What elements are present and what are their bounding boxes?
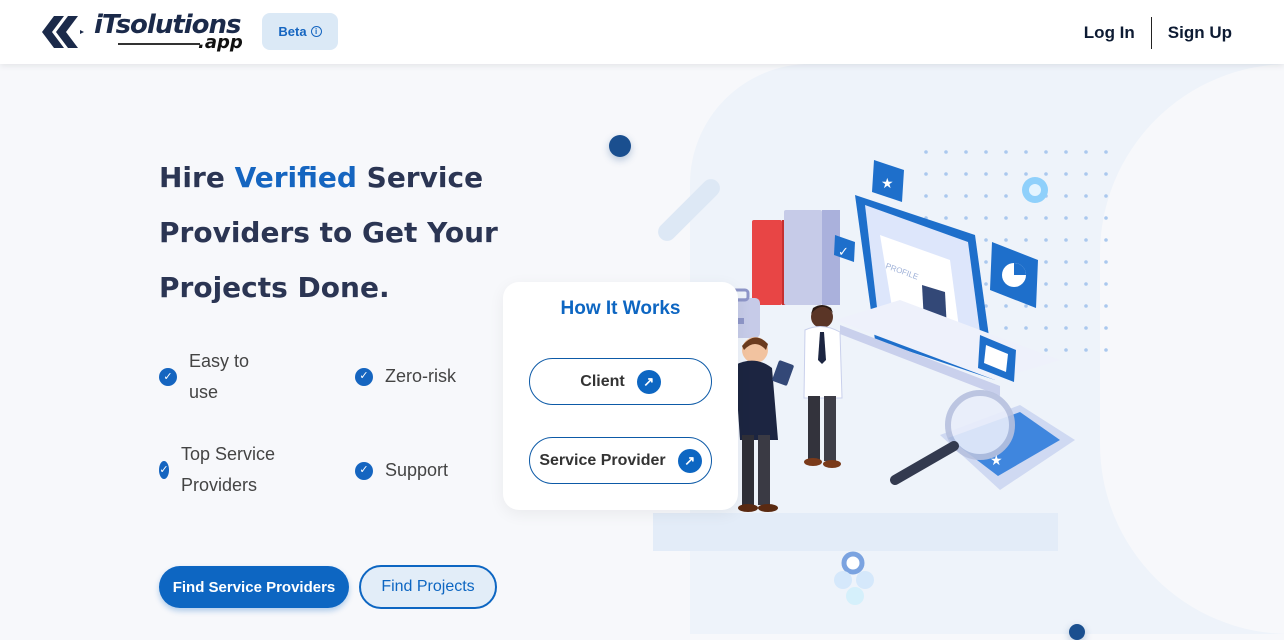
client-button[interactable]: Client ↗ (529, 358, 712, 405)
arrow-up-right-icon: ↗ (677, 448, 702, 473)
feature-item: ✓ Support (355, 455, 448, 486)
books-graphic (752, 210, 840, 305)
person-provider-figure (803, 305, 843, 468)
feature-item: ✓ Zero-risk (355, 361, 456, 392)
service-provider-button[interactable]: Service Provider ↗ (529, 437, 712, 484)
check-icon: ✓ (159, 368, 177, 386)
client-label: Client (580, 372, 625, 390)
check-icon: ✓ (355, 367, 373, 386)
svg-text:★: ★ (881, 175, 894, 191)
feature-label: Support (385, 460, 449, 480)
find-service-providers-button[interactable]: Find Service Providers (159, 566, 349, 608)
star-card-icon: ★ (872, 160, 904, 202)
person-client-figure (735, 337, 794, 512)
feature-label: Zero-risk (385, 366, 456, 386)
decorative-plus-shape (834, 551, 874, 605)
feature-label: Top Service Providers (181, 444, 276, 495)
check-icon: ✓ (159, 461, 169, 479)
how-it-works-card: How It Works Client ↗ Service Provider ↗ (503, 282, 738, 510)
info-icon: i (310, 26, 322, 37)
logo-suffix: .app (198, 32, 243, 53)
hero-title: Hire Verified Service Providers to Get Y… (159, 150, 519, 315)
find-projects-button[interactable]: Find Projects (359, 565, 497, 609)
how-it-works-title: How It Works (560, 298, 681, 319)
logo-underline (118, 43, 200, 45)
decorative-dot (1069, 624, 1085, 640)
service-provider-label: Service Provider (539, 451, 666, 469)
checkmark-icon: ✓ (834, 235, 855, 262)
auth-links: Log In Sign Up (1068, 17, 1248, 49)
svg-text:★: ★ (990, 452, 1003, 468)
pie-chart-icon (990, 242, 1038, 308)
feature-item: ✓ Easy to use (159, 346, 279, 408)
title-part-1: Hire (159, 161, 235, 194)
title-highlight: Verified (234, 161, 357, 194)
check-icon: ✓ (355, 461, 373, 480)
magnifier-icon: ★ (890, 390, 1075, 490)
arrow-up-right-icon: ↗ (636, 369, 661, 394)
logo-chevron-icon (42, 16, 84, 48)
feature-item: ✓ Top Service Providers (159, 439, 299, 501)
svg-text:✓: ✓ (838, 244, 849, 259)
beta-badge[interactable]: Beta i (262, 13, 338, 50)
beta-label: Beta (278, 24, 307, 39)
hero-illustration: PROFILE ★ ✓ ★ (718, 150, 1108, 512)
feature-label: Easy to use (189, 351, 250, 402)
signup-link[interactable]: Sign Up (1152, 23, 1248, 43)
login-link[interactable]: Log In (1068, 23, 1151, 43)
itsolutions-logo[interactable]: iTsolutions .app (40, 10, 250, 56)
top-header: iTsolutions .app Beta i Log In Sign Up (0, 0, 1284, 64)
decorative-dot (609, 135, 631, 157)
